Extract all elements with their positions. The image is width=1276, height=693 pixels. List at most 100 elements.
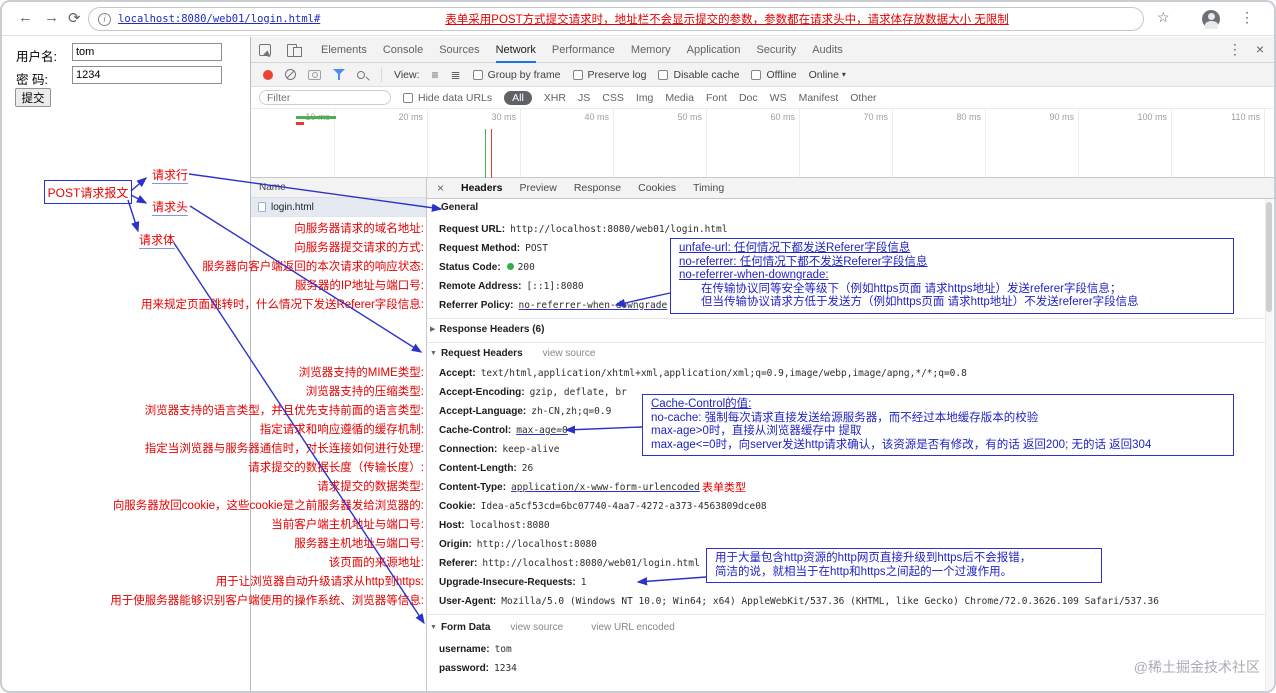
annotation: 浏览器支持的MIME类型: [298,367,424,379]
view-source-link[interactable]: view source [543,348,596,359]
record-icon[interactable] [263,69,273,80]
password-input[interactable] [72,66,222,84]
filter-type-css[interactable]: CSS [602,92,624,104]
capture-screenshots-icon[interactable] [308,69,321,80]
header-name: Accept: [439,368,476,379]
timeline-tick: 40 ms [584,112,609,122]
callout-line: no-cache: 强制每次请求直接发送给源服务器，而不经过本地缓存版本的校验 [651,411,1039,424]
forward-icon[interactable]: → [44,9,59,26]
username-input[interactable] [72,43,222,61]
watermark: @稀土掘金技术社区 [1133,659,1260,675]
request-body-label: 请求体 [139,233,176,249]
url-bar[interactable]: i localhost:8080/web01/login.html# 表单采用P… [88,7,1144,31]
triangle-open-icon[interactable]: ▼ [430,624,437,631]
annotation: 请求提交的数据长度（传输长度）: [248,462,424,474]
filter-type-font[interactable]: Font [706,92,727,104]
tab-network[interactable]: Network [496,37,536,63]
annotation: 向服务器放回cookie，这些cookie是之前服务器发给浏览器的: [112,500,424,512]
back-icon[interactable]: ← [18,9,33,26]
header-value: POST [525,243,548,254]
view-list-icon[interactable]: ≡ [432,68,439,82]
devtools-close-icon[interactable]: × [1256,41,1264,58]
hide-data-urls-checkbox[interactable]: Hide data URLs [403,92,492,104]
view-detail-icon[interactable]: ≣ [451,68,461,82]
filter-icon[interactable] [333,69,345,80]
filter-type-img[interactable]: Img [636,92,654,104]
reload-icon[interactable]: ⟳ [68,9,81,27]
header-row: Accept: text/html,application/xhtml+xml,a… [439,364,967,383]
filter-type-js[interactable]: JS [578,92,590,104]
browser-menu-icon[interactable]: ⋮ [1240,9,1254,26]
tab-console[interactable]: Console [383,37,423,63]
filter-type-other[interactable]: Other [850,92,876,104]
annotation: 服务器的IP地址与端口号: [294,280,424,292]
checkbox-icon[interactable] [472,69,483,80]
request-row-login[interactable]: login.html [251,198,426,217]
view-url-encoded-link[interactable]: view URL encoded [591,622,675,633]
preserve-log-checkbox[interactable]: Preserve log [572,69,646,81]
header-name: Upgrade-Insecure-Requests: [439,577,576,588]
devtools-menu-icon[interactable]: ⋮ [1228,41,1242,58]
view-source-link[interactable]: view source [510,622,563,633]
header-row: Referrer Policy: no-referrer-when-downgra… [439,296,667,315]
profile-avatar[interactable] [1202,10,1220,29]
devtools-tabbar: Elements Console Sources Network Perform… [251,37,1274,63]
clear-icon[interactable] [285,69,296,80]
tab-sources[interactable]: Sources [439,37,479,63]
callout-line: 在传输协议同等安全等级下（例如https页面 请求https地址）发送refer… [701,282,1122,295]
filter-type-media[interactable]: Media [665,92,694,104]
detail-tab-cookies[interactable]: Cookies [638,182,676,194]
detail-tab-headers[interactable]: Headers [461,182,502,194]
scrollbar-thumb[interactable] [1266,202,1272,312]
triangle-open-icon[interactable]: ▼ [430,350,437,357]
group-by-frame-checkbox[interactable]: Group by frame [472,69,561,81]
tab-elements[interactable]: Elements [321,37,367,63]
submit-button[interactable]: 提交 [15,88,51,107]
search-icon[interactable] [357,70,365,79]
offline-checkbox[interactable]: Offline [751,69,797,81]
triangle-open-icon[interactable]: ▼ [430,204,437,211]
tab-security[interactable]: Security [756,37,796,63]
device-toolbar-icon[interactable] [287,43,302,57]
checkbox-icon[interactable] [658,69,669,80]
timeline-overview-bar-green [296,116,336,119]
disable-cache-checkbox[interactable]: Disable cache [658,69,739,81]
header-value: Mozilla/5.0 (Windows NT 10.0; Win64; x64… [501,596,1159,607]
view-label: View: [394,68,420,81]
header-row: Connection: keep-alive [439,440,560,459]
checkbox-icon[interactable] [751,69,762,80]
tab-application[interactable]: Application [687,37,741,63]
triangle-closed-icon[interactable]: ▶ [430,326,435,333]
checkbox-icon[interactable] [403,92,413,103]
filter-type-manifest[interactable]: Manifest [799,92,839,104]
detail-tab-response[interactable]: Response [574,182,621,194]
filter-type-xhr[interactable]: XHR [544,92,566,104]
timeline-overview-bar-red [296,122,304,125]
detail-tab-preview[interactable]: Preview [519,182,556,194]
url-text[interactable]: localhost:8080/web01/login.html# [118,13,320,25]
section-title: Response Headers (6) [439,324,545,335]
annotation: 服务器主机地址与端口号: [294,538,424,550]
checkbox-icon[interactable] [572,69,583,80]
filter-input[interactable] [259,90,391,105]
bookmark-star-icon[interactable]: ☆ [1157,9,1170,26]
param-value: 1234 [494,663,517,674]
info-icon[interactable]: i [98,12,111,26]
filter-type-all[interactable]: All [504,90,532,105]
tab-performance[interactable]: Performance [552,37,615,63]
request-list-name-header[interactable]: Name [251,178,426,198]
request-name: login.html [271,201,314,213]
browser-toolbar: ← → ⟳ i localhost:8080/web01/login.html#… [2,2,1274,36]
tab-memory[interactable]: Memory [631,37,671,63]
filter-type-doc[interactable]: Doc [739,92,758,104]
callout-line: max-age>0时，直接从浏览器缓存中 提取 [651,425,862,437]
annotation: 当前客户端主机地址与端口号: [271,519,424,531]
detail-tab-timing[interactable]: Timing [693,182,724,194]
tab-audits[interactable]: Audits [812,37,843,63]
inspect-element-icon[interactable] [259,43,271,56]
throttling-dropdown[interactable]: Online ▾ [809,69,846,81]
filter-type-ws[interactable]: WS [770,92,787,104]
annotation: 向服务器提交请求的方式: [294,242,424,254]
close-icon[interactable]: × [437,181,444,195]
annotation: 用于使服务器能够识别客户端使用的操作系统、浏览器等信息: [110,595,424,607]
